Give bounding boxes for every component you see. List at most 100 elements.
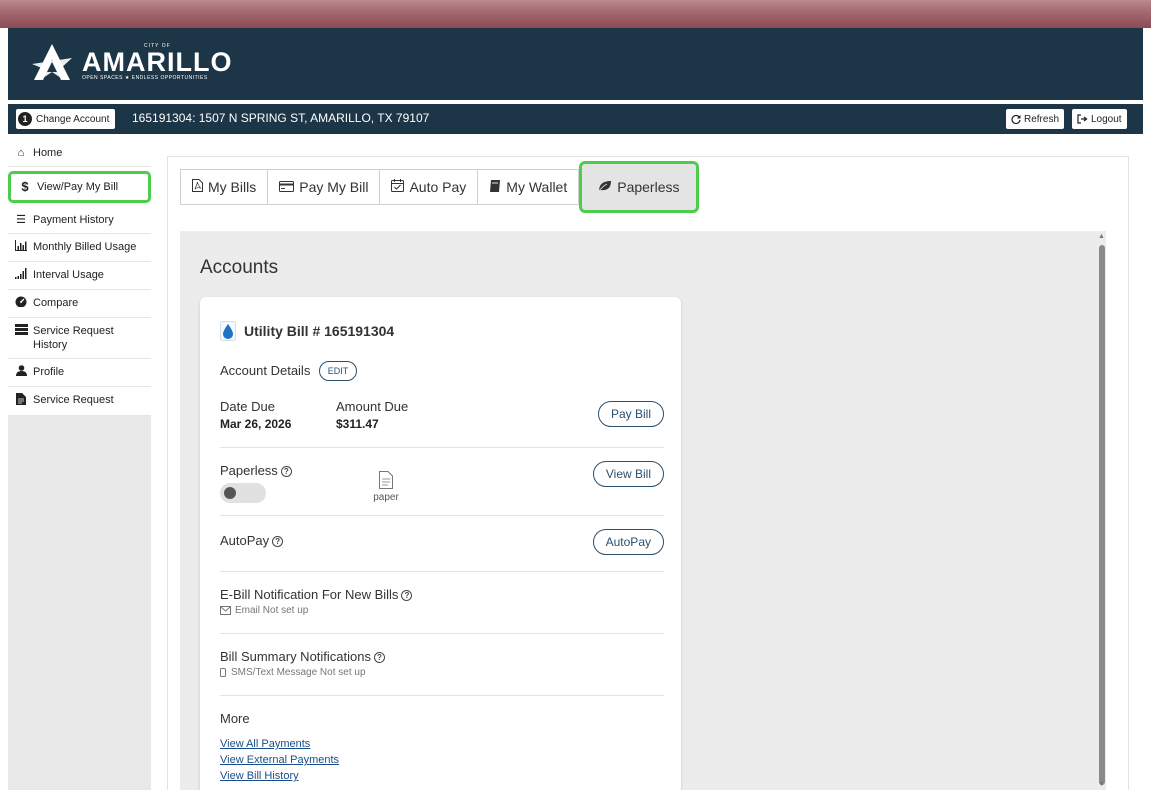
paper-label: paper <box>373 492 399 503</box>
due-row: Date Due Mar 26, 2026 Amount Due $311.47… <box>220 399 664 439</box>
help-icon[interactable]: ? <box>280 466 292 477</box>
ebill-row: E-Bill Notification For New Bills? Email… <box>220 587 664 616</box>
help-icon[interactable]: ? <box>401 590 413 601</box>
sidebar-item-label: Compare <box>33 297 79 309</box>
help-icon[interactable]: ? <box>374 652 385 663</box>
sidebar-item-label: Home <box>33 147 63 159</box>
tab-label: Auto Pay <box>409 179 467 195</box>
envelope-icon <box>220 606 231 615</box>
ebill-label-wrap: E-Bill Notification For New Bills? <box>220 587 664 602</box>
view-all-payments-link[interactable]: View All Payments <box>220 736 664 752</box>
view-bill-history-link[interactable]: View Bill History <box>220 768 664 784</box>
home-icon: ⌂ <box>17 147 25 159</box>
logo-name: AMARILLO <box>82 47 233 77</box>
sidebar-menu: ⌂ Home $ View/Pay My Bill ☰ Payment Hist… <box>8 140 151 416</box>
card-title-text: Utility Bill # 165191304 <box>244 323 395 339</box>
sidebar: ⌂ Home $ View/Pay My Bill ☰ Payment Hist… <box>8 140 151 790</box>
account-bar: 1 Change Account 165191304: 1507 N SPRIN… <box>8 104 1143 134</box>
document-icon <box>13 393 29 409</box>
sidebar-item-profile[interactable]: Profile <box>8 359 151 387</box>
card-title: Utility Bill # 165191304 <box>220 321 394 341</box>
water-drop-icon <box>220 321 236 341</box>
sidebar-item-payment-history[interactable]: ☰ Payment History <box>8 207 151 234</box>
sidebar-item-label: Interval Usage <box>33 269 104 281</box>
summary-row: Bill Summary Notifications? SMS/Text Mes… <box>220 649 664 678</box>
wallet-icon <box>489 179 501 195</box>
help-icon[interactable]: ? <box>272 536 284 547</box>
server-icon <box>13 324 29 339</box>
summary-status: SMS/Text Message Not set up <box>231 667 366 678</box>
divider <box>220 695 664 696</box>
main-panel: My Bills Pay My Bill Auto Pay My Wallet … <box>167 156 1129 790</box>
tab-label: My Bills <box>208 179 257 195</box>
gauge-icon <box>13 296 29 311</box>
bar-chart-icon <box>13 240 29 255</box>
sidebar-item-label: Service Request <box>33 394 114 406</box>
account-address: 165191304: 1507 N SPRING ST, AMARILLO, T… <box>132 111 430 125</box>
list-icon: ☰ <box>16 214 26 226</box>
site-header: CITY OF AMARILLO OPEN SPACES ★ ENDLESS O… <box>0 28 1151 100</box>
paperless-label: Paperless <box>220 463 278 478</box>
scroll-up-arrow-icon[interactable]: ▲ <box>1098 233 1105 240</box>
refresh-button[interactable]: Refresh <box>1006 109 1065 129</box>
toggle-knob <box>224 487 236 499</box>
tab-label: My Wallet <box>506 179 568 195</box>
tab-my-wallet[interactable]: My Wallet <box>478 169 580 205</box>
more-section: More View All Payments View External Pay… <box>220 711 664 784</box>
sidebar-item-label: Payment History <box>33 214 114 226</box>
tab-my-bills[interactable]: My Bills <box>180 169 269 205</box>
sidebar-item-label: Service Request History <box>33 325 114 351</box>
summary-label: Bill Summary Notifications <box>220 649 371 664</box>
ebill-status: Email Not set up <box>235 605 309 616</box>
mobile-phone-icon <box>220 668 226 677</box>
autopay-button[interactable]: AutoPay <box>592 529 664 555</box>
divider <box>220 515 664 516</box>
sidebar-item-view-pay-my-bill[interactable]: $ View/Pay My Bill <box>8 171 151 203</box>
tab-pay-my-bill[interactable]: Pay My Bill <box>268 169 381 205</box>
paperless-row: Paperless? paper View Bill <box>220 461 664 503</box>
sidebar-item-interval-usage[interactable]: Interval Usage <box>8 262 151 290</box>
logout-icon <box>1077 114 1088 124</box>
pay-bill-button[interactable]: Pay Bill <box>597 401 664 427</box>
paperless-toggle[interactable] <box>220 483 266 503</box>
amarillo-logo[interactable]: CITY OF AMARILLO OPEN SPACES ★ ENDLESS O… <box>30 42 232 82</box>
tab-auto-pay[interactable]: Auto Pay <box>380 169 479 205</box>
pdf-icon <box>192 179 203 195</box>
dollar-icon: $ <box>21 179 29 194</box>
calendar-check-icon <box>391 179 405 195</box>
ebill-label: E-Bill Notification For New Bills <box>220 587 399 602</box>
date-due-label: Date Due <box>220 399 275 414</box>
star-a-logo-icon <box>32 44 72 80</box>
summary-label-wrap: Bill Summary Notifications? <box>220 649 664 664</box>
more-label: More <box>220 711 250 726</box>
scroll-thumb[interactable] <box>1099 245 1105 785</box>
amount-due-value: $311.47 <box>336 417 379 431</box>
divider <box>220 571 664 572</box>
view-bill-button[interactable]: View Bill <box>592 461 664 487</box>
account-details-row: Account Details EDIT <box>220 361 664 381</box>
sidebar-item-compare[interactable]: Compare <box>8 290 151 318</box>
logout-label: Logout <box>1091 113 1122 125</box>
sidebar-item-service-request-history[interactable]: Service Request History <box>8 318 151 359</box>
content-scrollbar[interactable]: ▲ ▼ <box>1096 231 1108 790</box>
user-icon <box>13 365 29 380</box>
sidebar-item-home[interactable]: ⌂ Home <box>8 140 151 167</box>
sidebar-item-monthly-billed-usage[interactable]: Monthly Billed Usage <box>8 234 151 262</box>
amount-due-label: Amount Due <box>336 399 409 414</box>
sidebar-item-service-request[interactable]: Service Request <box>8 387 151 416</box>
paper-bill-indicator: paper <box>364 471 408 503</box>
edit-button[interactable]: EDIT <box>318 361 358 381</box>
bill-tabs: My Bills Pay My Bill Auto Pay My Wallet … <box>180 161 699 213</box>
change-account-label: Change Account <box>36 113 110 125</box>
refresh-icon <box>1011 114 1021 124</box>
change-account-button[interactable]: 1 Change Account <box>16 109 116 129</box>
logout-button[interactable]: Logout <box>1072 109 1127 129</box>
scroll-down-arrow-icon[interactable]: ▼ <box>1098 781 1105 788</box>
account-details-label: Account Details <box>220 363 311 379</box>
view-external-payments-link[interactable]: View External Payments <box>220 752 664 768</box>
sidebar-item-label: Profile <box>33 366 65 378</box>
signal-bars-icon <box>13 268 29 283</box>
tab-paperless[interactable]: Paperless <box>579 161 699 213</box>
tab-label: Pay My Bill <box>299 179 369 195</box>
date-due-value: Mar 26, 2026 <box>220 417 292 431</box>
